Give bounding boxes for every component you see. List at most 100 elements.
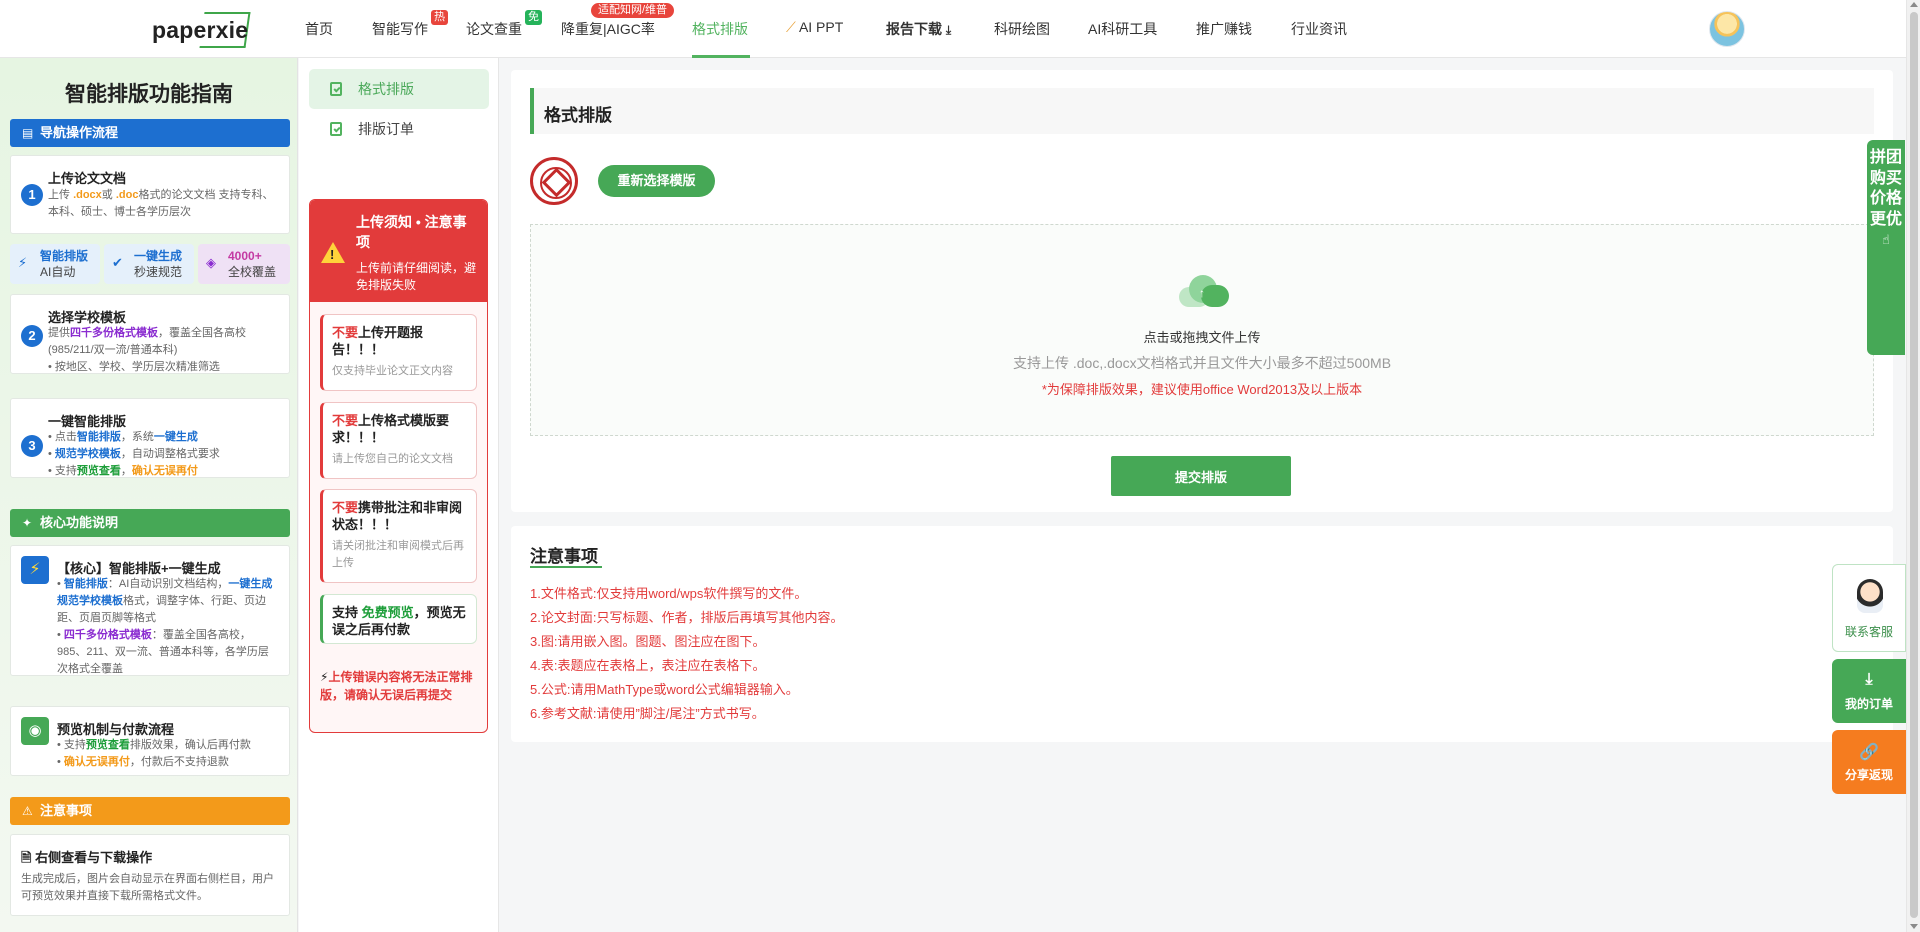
group-buy-label: 拼团购买 价格更优	[1869, 149, 1902, 228]
format-layout-card: 格式排版 重新选择模版 ↑ 点击或拖拽文件上传 支持上传 .doc,.docx文…	[511, 70, 1893, 512]
eye-icon: ◉	[21, 717, 49, 745]
notice-card-sub: 请上传您自己的论文文档	[332, 453, 453, 465]
nav-promotion[interactable]: 推广赚钱	[1196, 19, 1252, 39]
scroll-thumb[interactable]	[1910, 12, 1918, 918]
chip-one-click: ✔ 一键生成 秒速规范	[104, 244, 194, 284]
notice-card-title: 不要携带批注和非审阅状态！！！	[332, 500, 463, 532]
chip-smart-layout: ⚡ 智能排版 AI自动	[10, 244, 100, 284]
menu-item-label: 格式排版	[358, 81, 414, 97]
preview-text: • 支持预览查看排版效果，确认后再付款 • 确认无误再付，付款后不支持退款	[57, 739, 251, 768]
free-badge: 免	[525, 10, 542, 25]
upload-hint: 点击或拖拽文件上传	[1143, 330, 1261, 345]
share-rebate-button[interactable]: 🔗 分享返现	[1832, 730, 1906, 794]
notice-footer: ⚡上传错误内容将无法正常排版，请确认无误后再提交	[320, 668, 481, 704]
side-menu: 格式排版 排版订单 ! 上传须知 • 注意事项 上传前请仔细阅读，避免排版失败 …	[299, 58, 499, 932]
clipboard-check-icon	[330, 122, 342, 136]
sparkle-icon: ✦	[22, 516, 33, 530]
scroll-up-arrow-icon[interactable]	[1910, 2, 1918, 7]
user-avatar[interactable]	[1709, 11, 1745, 47]
notice-card-title: 不要上传格式模版要求！！！	[332, 413, 450, 445]
chip-title: 4000+	[228, 249, 262, 263]
download-card: 🗎 右侧查看与下载操作 生成完成后，图片会自动显示在界面右侧栏目，用户可预览效果…	[10, 834, 290, 916]
notice-card-no-comments: 不要携带批注和非审阅状态！！！ 请关闭批注和审阅模式后再上传	[320, 489, 477, 583]
nav-reduce-duplicate[interactable]: 降重复|AIGC率	[561, 19, 655, 39]
step-title: 一键智能排版	[48, 414, 127, 429]
step-card-layout: 3 一键智能排版 • 点击智能排版，系统一键生成 • 规范学校模板，自动调整格式…	[10, 398, 290, 478]
nav-smart-writing[interactable]: 智能写作	[372, 19, 428, 39]
core-text: • 智能排版：AI自动识别文档结构，一键生成规范学校模板格式，调整字体、行距、页…	[57, 578, 273, 675]
core-section-label: 核心功能说明	[40, 515, 119, 530]
preview-title: 预览机制与付款流程	[57, 722, 175, 737]
menu-item-layout-orders[interactable]: 排版订单	[309, 109, 489, 149]
menu-item-format-layout[interactable]: 格式排版	[309, 69, 489, 109]
warning-mark: !	[330, 247, 335, 262]
guide-title: 智能排版功能指南	[65, 83, 233, 106]
nav-report-download-label: 报告下载	[886, 21, 942, 37]
step-text: 上传 .docx或 .doc格式的论文文档 支持专科、本科、硕士、博士各学历层次	[48, 189, 274, 218]
nav-research-drawing[interactable]: 科研绘图	[994, 19, 1050, 39]
share-rebate-label: 分享返现	[1844, 768, 1893, 782]
notes-title-underline	[530, 566, 602, 568]
logo-text: paperxie	[152, 17, 249, 43]
notice-card-title: 支持 免费预览，预览无误之后再付款	[332, 605, 466, 637]
step-card-template: 2 选择学校模板 提供四千多份格式模板，覆盖全国各高校(985/211/双一流/…	[10, 294, 290, 374]
step-text: 提供四千多份格式模板，覆盖全国各高校(985/211/双一流/普通本科) • 按…	[48, 327, 246, 373]
my-orders-label: 我的订单	[1844, 697, 1893, 711]
notice-card-title: 不要上传开题报告！！！	[332, 325, 424, 357]
step-title: 上传论文文档	[48, 171, 127, 186]
list-item: 6.参考文献:请使用”脚注/尾注”方式书写。	[530, 706, 765, 721]
hot-badge: 热	[431, 10, 448, 25]
warning-icon: ⚠	[22, 804, 33, 818]
nav-home[interactable]: 首页	[305, 19, 333, 39]
my-orders-button[interactable]: ⤓ 我的订单	[1832, 659, 1906, 723]
nav-ai-ppt-label: AI PPT	[798, 19, 844, 35]
agent-avatar-icon	[1857, 579, 1883, 613]
step-number: 2	[21, 325, 43, 347]
nav-ai-research-tools[interactable]: AI科研工具	[1088, 19, 1157, 39]
notice-card-sub: 请关闭批注和审阅模式后再上传	[332, 540, 464, 569]
nav-flow-section-label: 导航操作流程	[40, 125, 119, 140]
notes-title: 注意事项	[530, 547, 598, 566]
customer-service-button[interactable]: 联系客服	[1832, 564, 1906, 652]
file-upload-dropzone[interactable]: ↑ 点击或拖拽文件上传 支持上传 .doc,.docx文档格式并且文件大小最多不…	[530, 224, 1874, 436]
main-header: 格式排版	[530, 88, 1874, 134]
nav-ai-ppt[interactable]: ⟋ AI PPT	[786, 19, 843, 36]
attention-section: ⚠ 注意事项	[10, 797, 290, 825]
submit-layout-button[interactable]: 提交排版	[1111, 456, 1291, 496]
group-buy-tab[interactable]: 拼团购买 价格更优 ☝	[1867, 140, 1905, 355]
list-item: 2.论文封面:只写标题、作者，排版后再填写其他内容。	[530, 610, 844, 625]
list-item: 4.表:表题应在表格上，表注应在表格下。	[530, 658, 766, 673]
scroll-down-arrow-icon[interactable]	[1910, 924, 1918, 929]
notice-header: ! 上传须知 • 注意事项 上传前请仔细阅读，避免排版失败	[310, 200, 487, 302]
attention-section-label: 注意事项	[40, 803, 93, 818]
step-title: 选择学校模板	[48, 310, 127, 325]
notes-card: 注意事项 1.文件格式:仅支持用word/wps软件撰写的文件。 2.论文封面:…	[511, 526, 1893, 742]
upload-version-warning: *为保障排版效果，建议使用office Word2013及以上版本	[1041, 382, 1363, 397]
logo[interactable]: paperxie	[150, 12, 251, 48]
document-icon: 🗎	[21, 850, 32, 865]
notes-list: 1.文件格式:仅支持用word/wps软件撰写的文件。 2.论文封面:只写标题、…	[530, 582, 843, 726]
chip-subtitle: AI自动	[40, 265, 76, 279]
core-title: 【核心】智能排版+一键生成	[57, 561, 221, 576]
nav-report-download[interactable]: 报告下载 ⤓	[886, 19, 951, 39]
step-number: 1	[21, 184, 43, 206]
nav-plagiarism-check[interactable]: 论文查重	[466, 19, 522, 39]
layers-icon: ◈	[206, 255, 216, 270]
download-icon: ⤓	[945, 23, 952, 37]
notice-subtitle: 上传前请仔细阅读，避免排版失败	[356, 261, 477, 292]
check-circle-icon: ✔	[112, 255, 123, 270]
page-scrollbar[interactable]	[1906, 0, 1920, 932]
cloud-upload-icon: ↑	[1179, 273, 1231, 307]
nav-format-layout[interactable]: 格式排版	[692, 19, 748, 39]
main-title: 格式排版	[544, 106, 612, 125]
lightning-icon: ⚡	[18, 255, 28, 270]
notice-card-free-preview: 支持 免费预览，预览无误之后再付款	[320, 594, 477, 644]
chip-subtitle: 全校覆盖	[228, 265, 277, 279]
menu-item-label: 排版订单	[358, 121, 414, 137]
notice-footer-text: 上传错误内容将无法正常排版，请确认无误后再提交	[320, 670, 473, 702]
lightning-icon: ⚡	[21, 556, 49, 584]
reselect-template-button[interactable]: 重新选择模版	[598, 165, 715, 197]
nav-industry-news[interactable]: 行业资讯	[1291, 19, 1347, 39]
chip-subtitle: 秒速规范	[134, 265, 183, 279]
chip-title: 一键生成	[134, 249, 183, 263]
